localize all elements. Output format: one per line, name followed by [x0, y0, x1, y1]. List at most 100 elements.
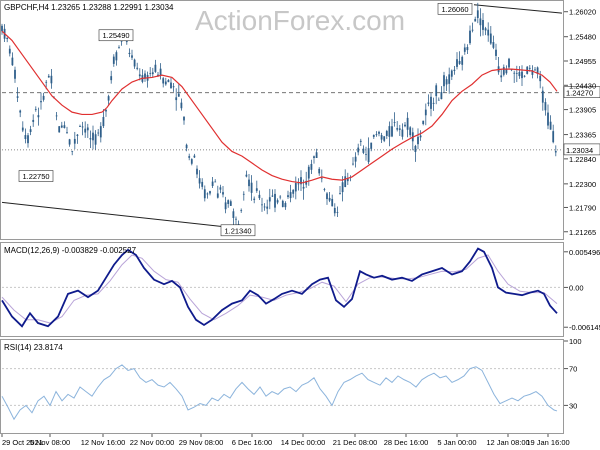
candle-body	[479, 18, 482, 26]
candle-body	[315, 152, 318, 158]
candle-body	[294, 183, 297, 192]
candle-body	[177, 93, 180, 97]
candle-body	[245, 174, 248, 177]
candle-body	[253, 198, 256, 200]
candle-body	[437, 99, 440, 101]
candle-body	[375, 134, 378, 136]
candle-body	[250, 182, 253, 193]
candle-body	[180, 102, 183, 109]
candle-body	[50, 75, 53, 84]
candle-body	[450, 70, 453, 77]
candle-body	[110, 76, 113, 81]
time-tick-label: 21 Dec 08:00	[333, 438, 378, 447]
candle-body	[131, 55, 133, 58]
candle-body	[289, 192, 292, 199]
candle-body	[115, 52, 118, 61]
candle-body	[396, 128, 399, 130]
candle-body	[274, 193, 276, 208]
candle-body	[409, 127, 412, 136]
candle-body	[190, 159, 193, 164]
candle-body	[196, 168, 198, 175]
candle-body	[14, 69, 16, 79]
price-tick-label: 1.22840	[569, 155, 596, 164]
candle-body	[456, 59, 458, 67]
candle-body	[354, 156, 357, 162]
candle-body	[206, 193, 209, 195]
candle-body	[107, 96, 110, 101]
time-tick-label: 28 Dec 16:00	[384, 438, 429, 447]
candle-body	[370, 142, 373, 149]
candle-body	[89, 138, 92, 140]
time-tick-label: 6 Dec 16:00	[232, 438, 272, 447]
candle-body	[284, 203, 287, 208]
candle-body	[224, 202, 227, 210]
candle-body	[378, 131, 380, 134]
candle-body	[461, 56, 464, 65]
candle-body	[339, 193, 341, 194]
candle-body	[508, 58, 510, 68]
price-tick-label: 1.24955	[569, 57, 596, 66]
rsi-panel-frame	[0, 339, 564, 434]
time-tick-label: 12 Nov 16:00	[81, 438, 126, 447]
candle-body	[149, 73, 152, 74]
candle-body	[549, 121, 552, 130]
candle-body	[255, 188, 258, 191]
candle-body	[365, 154, 367, 155]
candle-body	[372, 134, 375, 137]
candle-body	[66, 132, 68, 134]
candle-body	[219, 187, 222, 190]
candle-body	[40, 101, 42, 103]
macd-tick-label: 0.00	[569, 283, 584, 292]
candle-body	[6, 37, 9, 40]
candle-body	[193, 155, 196, 158]
candle-body	[94, 134, 97, 145]
candle-body	[391, 126, 393, 137]
candle-body	[263, 206, 266, 208]
time-tick-label: 22 Nov 00:00	[130, 438, 175, 447]
candle-body	[458, 61, 461, 64]
candle-body	[261, 204, 263, 206]
candle-body	[539, 75, 542, 82]
candle-body	[45, 81, 48, 83]
candle-body	[19, 110, 22, 113]
candle-body	[554, 151, 557, 153]
candle-body	[427, 102, 430, 104]
price-tick-label: 1.21790	[569, 203, 596, 212]
candle-body	[81, 126, 84, 128]
candle-body	[170, 82, 172, 89]
candle-body	[63, 125, 66, 129]
candle-body	[86, 127, 89, 131]
candle-body	[422, 120, 425, 125]
candle-body	[448, 74, 451, 84]
candle-body	[47, 75, 50, 78]
candle-body	[287, 195, 289, 197]
candle-body	[331, 198, 334, 207]
candle-body	[268, 197, 271, 202]
candle-body	[430, 96, 432, 109]
rsi-panel-title: RSI(14) 23.8174	[4, 343, 63, 352]
candle-body	[92, 132, 94, 141]
candle-body	[367, 148, 370, 163]
price-callout-1.22750: 1.22750	[22, 172, 49, 181]
chart-canvas: ActionForex.com 1.242701.23034 1.260201.…	[0, 0, 600, 447]
candle-body	[417, 136, 419, 145]
candle-body	[172, 86, 175, 88]
candle-body	[310, 163, 313, 170]
candle-body	[240, 210, 243, 211]
candle-body	[471, 29, 474, 31]
candle-body	[21, 127, 24, 131]
candle-body	[336, 212, 339, 213]
candle-body	[445, 79, 448, 85]
candle-body	[466, 47, 469, 51]
candle-body	[37, 115, 40, 118]
candle-body	[79, 126, 81, 127]
price-callout-1.21340: 1.21340	[224, 226, 251, 235]
candle-body	[419, 135, 422, 138]
price-tick-label: 1.22300	[569, 180, 596, 189]
candle-body	[128, 52, 131, 55]
candle-body	[435, 85, 438, 97]
price-tick-label: 1.24430	[569, 81, 596, 90]
candle-body	[487, 29, 490, 36]
candle-body	[248, 179, 250, 187]
candle-body	[27, 135, 29, 144]
